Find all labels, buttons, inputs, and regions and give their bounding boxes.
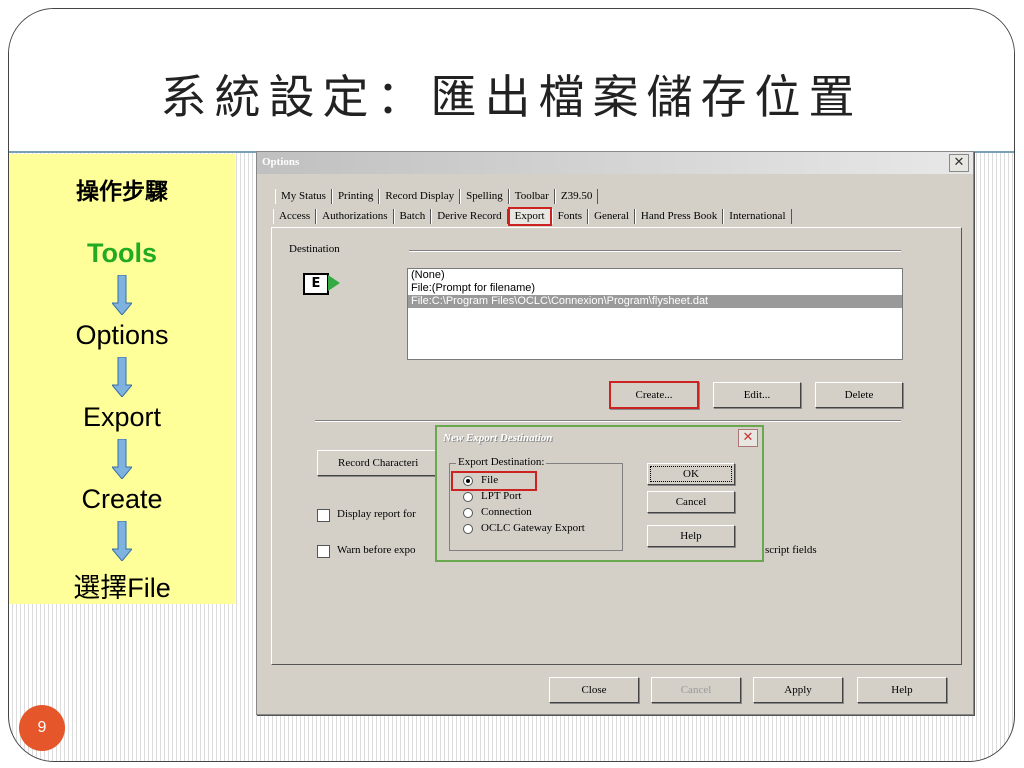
tab-my-status[interactable]: My Status [275, 189, 332, 204]
radio-lpt-port[interactable] [463, 492, 473, 502]
options-title: Options [262, 156, 300, 168]
page-number-badge: 9 [19, 705, 65, 751]
list-item-selected[interactable]: File:C:\Program Files\OCLC\Connexion\Pro… [408, 295, 902, 308]
close-icon[interactable]: ✕ [949, 154, 969, 172]
sub-title: New Export Destination [443, 432, 553, 444]
create-button[interactable]: Create... [609, 381, 699, 409]
list-item[interactable]: File:(Prompt for filename) [408, 282, 902, 295]
tab-export[interactable]: Export [507, 207, 552, 226]
tab-printing[interactable]: Printing [331, 189, 380, 204]
edit-button[interactable]: Edit... [713, 382, 801, 408]
destination-list[interactable]: (None) File:(Prompt for filename) File:C… [407, 268, 903, 360]
display-report-label: Display report for [337, 508, 416, 520]
destination-label: Destination [289, 243, 340, 255]
step-options: Options [75, 320, 169, 350]
option-connection-label: Connection [481, 506, 532, 518]
tab-record-display[interactable]: Record Display [379, 189, 461, 204]
sub-title-bar: New Export Destination ✕ [437, 427, 762, 449]
warn-label: Warn before expo [337, 544, 416, 556]
tab-general[interactable]: General [588, 209, 635, 224]
option-oclc-gateway-label: OCLC Gateway Export [481, 522, 585, 534]
step-select-file: 選擇File [73, 573, 171, 603]
option-file-label: File [481, 474, 499, 486]
tab-international[interactable]: International [723, 209, 792, 224]
delete-button[interactable]: Delete [815, 382, 903, 408]
steps-panel: 操作步驟 Tools Options Export Create 選擇File [9, 154, 235, 604]
tab-z3950[interactable]: Z39.50 [554, 189, 599, 204]
destination-separator [409, 250, 901, 252]
new-export-destination-dialog: New Export Destination ✕ Export Destinat… [435, 425, 764, 562]
ok-button[interactable]: OK [647, 463, 735, 485]
steps-heading: 操作步驟 [76, 178, 168, 205]
tab-fonts[interactable]: Fonts [551, 209, 589, 224]
slide-title: 系統設定：匯出檔案儲存位置 [160, 70, 863, 124]
export-arrow-icon [328, 275, 340, 291]
step-export: Export [82, 402, 162, 432]
tab-hand-press-book[interactable]: Hand Press Book [634, 209, 724, 224]
tab-spelling[interactable]: Spelling [460, 189, 509, 204]
list-item[interactable]: (None) [408, 269, 902, 282]
apply-button[interactable]: Apply [753, 677, 843, 703]
step-create: Create [81, 484, 163, 514]
warn-checkbox[interactable] [317, 545, 330, 558]
export-icon: E [303, 273, 329, 295]
radio-oclc-gateway[interactable] [463, 524, 473, 534]
options-title-bar: Options ✕ [257, 152, 973, 174]
script-fields-label: script fields [765, 544, 817, 556]
sub-cancel-button[interactable]: Cancel [647, 491, 735, 513]
section-separator [315, 420, 901, 422]
radio-file[interactable] [463, 476, 473, 486]
tab-row-2: Access Authorizations Batch Derive Record Ex… [273, 207, 792, 226]
tab-derive-record[interactable]: Derive Record [431, 209, 508, 224]
tab-row-1: My Status Printing Record Display Spelling T… [275, 189, 599, 205]
down-arrow-icon [112, 275, 132, 315]
help-button[interactable]: Help [857, 677, 947, 703]
tab-authorizations[interactable]: Authorizations [316, 209, 394, 224]
group-caption: Export Destination: [456, 456, 547, 468]
close-button[interactable]: Close [549, 677, 639, 703]
sub-help-button[interactable]: Help [647, 525, 735, 547]
down-arrow-icon [112, 357, 132, 397]
tab-toolbar[interactable]: Toolbar [508, 189, 555, 204]
display-report-checkbox[interactable] [317, 509, 330, 522]
option-lpt-label: LPT Port [481, 490, 522, 502]
radio-connection[interactable] [463, 508, 473, 518]
down-arrow-icon [112, 439, 132, 479]
tab-access[interactable]: Access [273, 209, 317, 224]
tab-batch[interactable]: Batch [393, 209, 432, 224]
close-icon[interactable]: ✕ [738, 429, 758, 447]
cancel-button[interactable]: Cancel [651, 677, 741, 703]
down-arrow-icon [112, 521, 132, 561]
step-tools: Tools [87, 238, 157, 268]
